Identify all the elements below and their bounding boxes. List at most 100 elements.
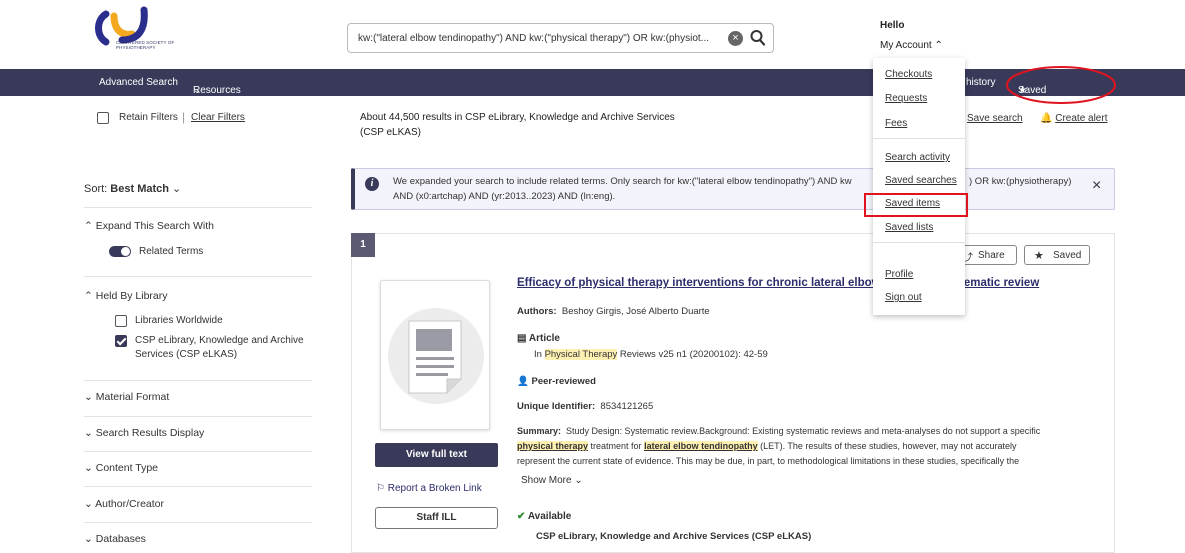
csp-elkas-checkbox[interactable] bbox=[115, 335, 127, 347]
filters-sidebar: Retain Filters | Clear Filters Sort: Bes… bbox=[0, 96, 328, 545]
libraries-worldwide-checkbox[interactable] bbox=[115, 315, 127, 327]
record-authors: Authors: Beshoy Girgis, José Alberto Dua… bbox=[517, 306, 710, 317]
source-rest: Reviews v25 n1 (20200102): 42-59 bbox=[617, 349, 768, 360]
top-header: CHARTERED SOCIETY OF PHYSIOTHERAPY kw:("… bbox=[0, 0, 1185, 68]
original-query-link-end[interactable]: ) OR kw:(physiotherapy) bbox=[969, 176, 1071, 187]
facet-display-label[interactable]: Search Results Display bbox=[96, 427, 205, 439]
journal-link[interactable]: Physical Therapy bbox=[544, 349, 618, 360]
sort-control[interactable]: Sort: Best Match ⌄ bbox=[84, 182, 310, 195]
related-terms-link[interactable]: include related terms. bbox=[517, 176, 608, 187]
chevron-down-icon: ⌄ bbox=[84, 427, 93, 439]
divider bbox=[84, 451, 312, 452]
my-account-dropdown: Checkouts Requests Fees Search activity … bbox=[873, 58, 965, 315]
authors-label: Authors: bbox=[517, 306, 557, 317]
author-link[interactable]: Beshoy Girgis bbox=[562, 306, 621, 317]
result-number: 1 bbox=[351, 233, 375, 257]
fees-link[interactable]: Fees bbox=[885, 118, 907, 129]
divider bbox=[84, 416, 312, 417]
search-icon[interactable] bbox=[750, 29, 766, 47]
notice-prefix: We expanded your search to bbox=[393, 176, 517, 187]
facet-held-by-label[interactable]: Held By Library bbox=[96, 290, 168, 302]
advanced-search-link[interactable]: Advanced Search bbox=[99, 77, 178, 88]
facet-content-type[interactable]: ⌄ Content Type bbox=[84, 462, 310, 474]
report-broken-label[interactable]: Report a Broken Link bbox=[388, 483, 482, 494]
chevron-up-icon: ⌃ bbox=[84, 290, 93, 302]
chevron-down-icon: ⌄ bbox=[84, 391, 93, 403]
original-query-link-line2[interactable]: AND (x0:artchap) AND (yr:2013..2023) AND… bbox=[393, 191, 615, 202]
results-summary-line1: About 44,500 results in CSP eLibrary, Kn… bbox=[360, 112, 675, 123]
search-input[interactable]: kw:("lateral elbow tendinopathy") AND kw… bbox=[358, 33, 720, 44]
facet-author-creator[interactable]: ⌄ Author/Creator bbox=[84, 498, 310, 510]
facet-expand-search[interactable]: ⌃ Expand This Search With bbox=[84, 220, 310, 232]
create-alert-link[interactable]: 🔔 Create alert bbox=[1040, 113, 1107, 124]
show-more-button[interactable]: Show More ⌄ bbox=[521, 475, 583, 486]
clear-filters-link[interactable]: Clear Filters bbox=[191, 112, 245, 123]
sign-out-link[interactable]: Sign out bbox=[885, 292, 922, 303]
divider bbox=[873, 242, 965, 243]
search-box[interactable]: kw:("lateral elbow tendinopathy") AND kw… bbox=[347, 23, 774, 53]
annotation-ellipse bbox=[1006, 66, 1116, 104]
source-prefix: In bbox=[534, 349, 545, 360]
show-more-label[interactable]: Show More bbox=[521, 475, 572, 486]
facet-expand-label[interactable]: Expand This Search With bbox=[96, 220, 214, 232]
history-link[interactable]: history bbox=[966, 77, 995, 88]
view-full-text-button[interactable]: View full text bbox=[375, 443, 498, 467]
summary-line3: represent the current state of evidence.… bbox=[517, 456, 1020, 466]
logo-mark-icon bbox=[95, 6, 148, 46]
staff-ill-button[interactable]: Staff ILL bbox=[375, 507, 498, 529]
my-account-label[interactable]: My Account bbox=[880, 40, 932, 51]
original-query-link[interactable]: kw:("lateral elbow tendinopathy") AND kw bbox=[677, 176, 851, 187]
facet-databases-label[interactable]: Databases bbox=[96, 533, 146, 545]
divider bbox=[84, 522, 312, 523]
facet-search-results-display[interactable]: ⌄ Search Results Display bbox=[84, 427, 310, 439]
saved-button[interactable]: ★ Saved bbox=[1024, 245, 1090, 265]
close-icon[interactable]: × bbox=[1092, 178, 1101, 194]
info-icon: i bbox=[365, 177, 379, 191]
facet-author-label[interactable]: Author/Creator bbox=[95, 498, 164, 510]
record-title-end[interactable]: tematic review bbox=[960, 277, 1039, 289]
divider bbox=[873, 138, 965, 139]
report-broken-link[interactable]: ⚐ Report a Broken Link bbox=[376, 483, 482, 494]
record-source: In Physical Therapy Reviews v25 n1 (2020… bbox=[534, 349, 768, 360]
share-label: Share bbox=[978, 250, 1005, 261]
checkouts-link[interactable]: Checkouts bbox=[885, 69, 932, 80]
record-type: ▤ Article bbox=[517, 333, 560, 344]
record-title-part1[interactable]: Efficacy of physical therapy interventio… bbox=[517, 277, 894, 289]
facet-held-by-library[interactable]: ⌃ Held By Library bbox=[84, 290, 310, 302]
facet-content-label[interactable]: Content Type bbox=[96, 462, 158, 474]
facet-databases[interactable]: ⌄ Databases bbox=[84, 533, 310, 545]
record-title[interactable]: Efficacy of physical therapy interventio… bbox=[517, 277, 894, 289]
chevron-up-icon: ⌃ bbox=[934, 40, 943, 51]
related-terms-label: Related Terms bbox=[139, 246, 204, 257]
unique-identifier: Unique Identifier: 8534121265 bbox=[517, 401, 653, 412]
profile-link[interactable]: Profile bbox=[885, 269, 913, 280]
summary-highlight: lateral elbow tendinopathy bbox=[644, 441, 758, 451]
document-icon: ▤ bbox=[517, 333, 527, 344]
record-type-label: Article bbox=[528, 333, 560, 344]
facet-material-label[interactable]: Material Format bbox=[96, 391, 170, 403]
peer-reviewed-label: Peer-reviewed bbox=[531, 376, 596, 387]
requests-link[interactable]: Requests bbox=[885, 93, 927, 104]
csp-logo[interactable]: CHARTERED SOCIETY OF PHYSIOTHERAPY bbox=[92, 6, 202, 64]
csp-elkas-label-line2: Services (CSP eLKAS) bbox=[135, 349, 238, 360]
related-terms-toggle[interactable] bbox=[109, 246, 131, 257]
facet-material-format[interactable]: ⌄ Material Format bbox=[84, 391, 310, 403]
close-circle-icon[interactable]: × bbox=[728, 31, 743, 46]
saved-lists-link[interactable]: Saved lists bbox=[885, 222, 933, 233]
save-search-link[interactable]: Save search bbox=[967, 113, 1023, 124]
retain-filters-checkbox[interactable] bbox=[97, 112, 109, 124]
sort-value[interactable]: Best Match bbox=[110, 183, 169, 195]
divider bbox=[84, 380, 312, 381]
create-alert-label[interactable]: Create alert bbox=[1055, 113, 1107, 124]
star-icon: ★ bbox=[1034, 250, 1044, 262]
saved-searches-link[interactable]: Saved searches bbox=[885, 175, 957, 186]
author-link[interactable]: José Alberto Duarte bbox=[626, 306, 709, 317]
record-thumbnail[interactable] bbox=[380, 280, 490, 430]
check-icon: ✔ bbox=[517, 511, 526, 522]
chevron-down-icon: ⌄ bbox=[574, 475, 583, 486]
retain-filters-label: Retain Filters bbox=[119, 112, 178, 123]
available-label: Available bbox=[527, 511, 572, 522]
search-activity-link[interactable]: Search activity bbox=[885, 152, 950, 163]
flag-icon: ⚐ bbox=[376, 483, 385, 494]
my-account-menu[interactable]: My Account ⌃ bbox=[880, 40, 943, 51]
